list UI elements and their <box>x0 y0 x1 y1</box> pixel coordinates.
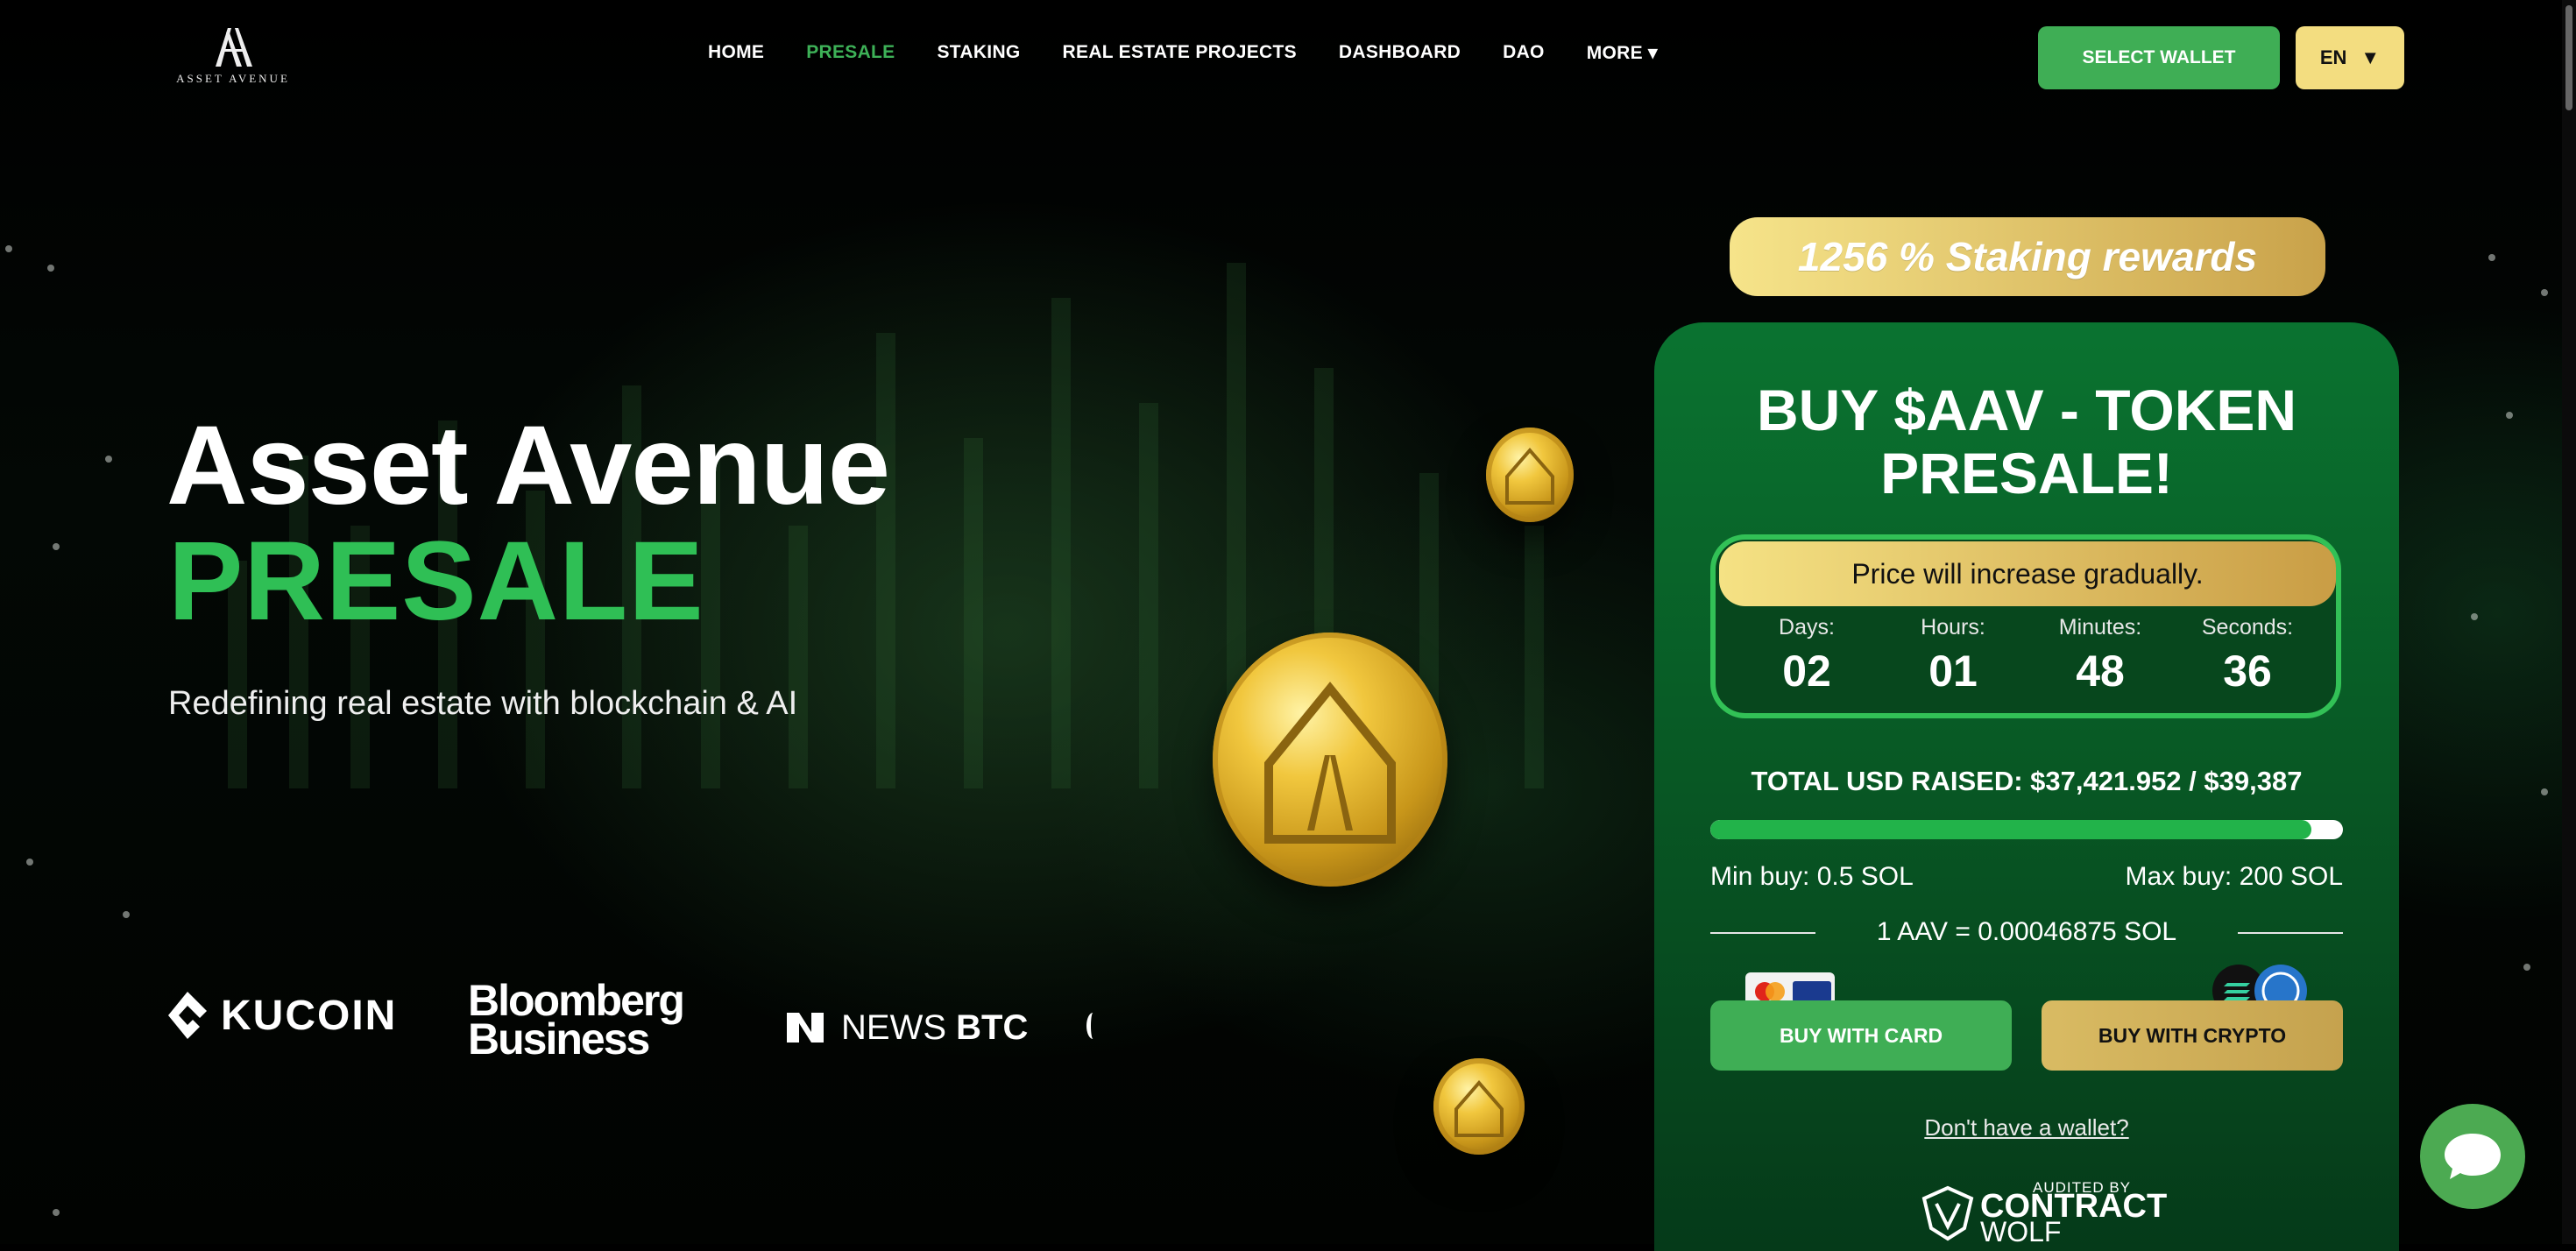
nav-dao[interactable]: DAO <box>1503 42 1545 64</box>
no-wallet-link[interactable]: Don't have a wallet? <box>1654 1114 2399 1141</box>
main-nav: HOME PRESALE STAKING REAL ESTATE PROJECT… <box>708 42 1658 64</box>
nav-staking[interactable]: STAKING <box>938 42 1021 64</box>
language-label: EN <box>2319 46 2347 68</box>
sparkle-dot <box>2488 254 2495 261</box>
language-selector[interactable]: EN ▼ <box>2296 26 2404 89</box>
token-coin-large <box>1213 633 1447 887</box>
raised-progress-bar <box>1710 820 2343 839</box>
timer-minutes: Minutes: 48 <box>2030 615 2170 696</box>
timer-hours-value: 01 <box>1928 647 1978 696</box>
raised-progress-fill <box>1710 820 2311 839</box>
newsbtc-wordmark-a: NEWS <box>841 1007 946 1047</box>
hero-title: Asset Avenue <box>166 403 890 528</box>
bloomberg-wordmark-line2: Business <box>468 1014 650 1064</box>
nav-presale[interactable]: PRESALE <box>806 42 895 64</box>
min-buy: Min buy: 0.5 SOL <box>1710 862 1914 891</box>
timer-seconds-value: 36 <box>2223 647 2272 696</box>
nav-home[interactable]: HOME <box>708 42 764 64</box>
kucoin-logo: KUCOIN <box>166 990 397 1041</box>
sparkle-dot <box>53 543 60 550</box>
nav-dashboard[interactable]: DASHBOARD <box>1339 42 1461 64</box>
timer-hours: Hours: 01 <box>1883 615 2023 696</box>
sparkle-dot <box>53 1209 60 1216</box>
site-logo[interactable]: ASSET AVENUE <box>172 25 294 89</box>
bloomberg-business-logo: Bloomberg Business <box>468 979 685 1064</box>
presale-title: BUY $AAV - TOKEN PRESALE! <box>1756 378 2297 505</box>
total-raised: TOTAL USD RAISED: $37,421.952 / $39,387 <box>1751 766 2303 796</box>
sparkle-dot <box>5 245 12 252</box>
nav-real-estate-projects[interactable]: REAL ESTATE PROJECTS <box>1063 42 1297 64</box>
asset-avenue-logo-icon <box>216 28 252 67</box>
kucoin-wordmark: KUCOIN <box>221 992 398 1039</box>
timer-seconds-label: Seconds: <box>2201 615 2294 640</box>
chat-widget-button[interactable] <box>2420 1104 2525 1209</box>
timer-minutes-label: Minutes: <box>2058 615 2142 640</box>
sparkle-dot <box>2506 412 2513 419</box>
audit-name-wolf: WOLF <box>1980 1216 2062 1247</box>
staking-rewards-badge: 1256 % Staking rewards <box>1730 217 2325 296</box>
nav-more-dropdown[interactable]: MORE ▾ <box>1587 42 1658 64</box>
sparkle-dot <box>105 456 112 463</box>
newsbtc-wordmark-b: BTC <box>956 1007 1029 1047</box>
sparkle-dot <box>2541 788 2548 795</box>
sparkle-dot <box>2471 613 2478 620</box>
scrollbar-thumb[interactable] <box>2565 5 2572 110</box>
select-wallet-button[interactable]: SELECT WALLET <box>2038 26 2280 89</box>
chat-bubble-icon <box>2445 1134 2501 1179</box>
token-coin-top <box>1486 428 1574 522</box>
timer-minutes-value: 48 <box>2076 647 2125 696</box>
sparkle-dot <box>26 859 33 866</box>
logo-wordmark: ASSET AVENUE <box>176 72 290 85</box>
timer-days: Days: 02 <box>1737 615 1877 696</box>
timer-days-value: 02 <box>1782 647 1831 696</box>
page-scrollbar[interactable] <box>2562 0 2576 1244</box>
sparkle-dot <box>2523 964 2530 971</box>
max-buy: Max buy: 200 SOL <box>2125 862 2343 891</box>
audit-badge: AUDITED BY CONTRACT WOLF <box>1921 1177 2167 1247</box>
contractwolf-shield-icon <box>1921 1185 1974 1241</box>
divider-right <box>2238 932 2343 934</box>
chevron-down-icon: ▼ <box>2360 46 2381 68</box>
house-logo-icon <box>1454 1079 1504 1137</box>
token-coin-bottom <box>1433 1058 1525 1155</box>
price-increase-banner: Price will increase gradually. <box>1719 541 2336 606</box>
buy-with-card-button[interactable]: BUY WITH CARD <box>1710 1000 2012 1071</box>
buy-with-crypto-button[interactable]: BUY WITH CRYPTO <box>2042 1000 2343 1071</box>
house-logo-icon <box>1264 682 1396 844</box>
hero-subtitle: Redefining real estate with blockchain &… <box>168 685 798 722</box>
timer-seconds: Seconds: 36 <box>2177 615 2318 696</box>
timer-hours-label: Hours: <box>1921 615 1985 640</box>
newsbtc-logo: NEWS BTC <box>782 1004 1028 1051</box>
partner-logo-partial <box>1086 1013 1100 1039</box>
hero-title-presale: PRESALE <box>168 519 704 644</box>
sparkle-dot <box>2541 289 2548 296</box>
house-logo-icon <box>1505 447 1554 505</box>
timer-days-label: Days: <box>1779 615 1835 640</box>
newsbtc-icon <box>787 1013 824 1042</box>
kucoin-icon <box>168 992 207 1039</box>
sparkle-dot <box>47 265 54 272</box>
sparkle-dot <box>123 911 130 918</box>
